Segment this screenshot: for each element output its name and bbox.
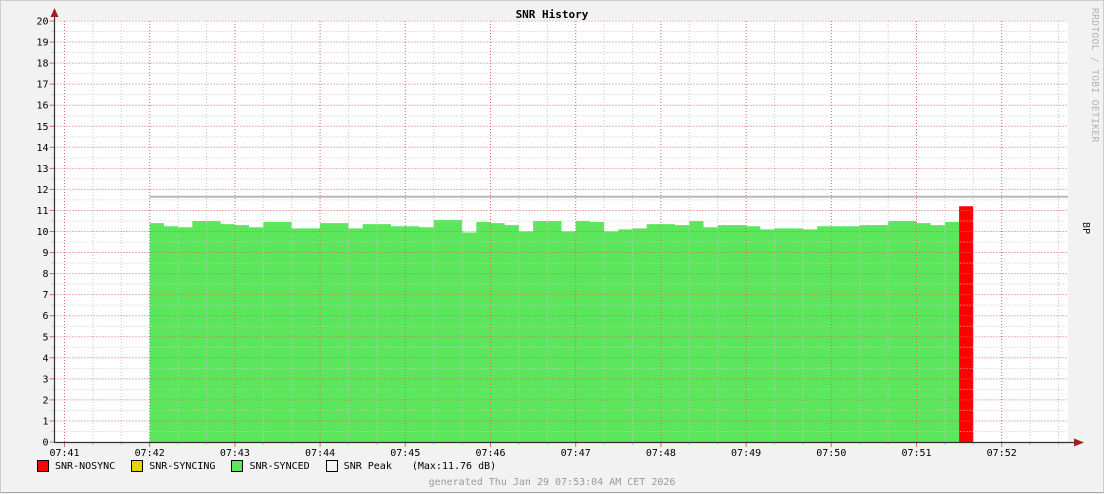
x-tick-label: 07:46 [475, 448, 505, 459]
y-tick-label: 3 [42, 374, 48, 385]
right-axis-label-bp: BP [1080, 222, 1091, 235]
x-tick-label: 07:43 [220, 448, 250, 459]
legend-max-note: (Max:11.76 dB) [411, 460, 497, 472]
y-tick-label: 7 [42, 290, 48, 301]
x-tick-label: 07:51 [901, 448, 931, 459]
generated-timestamp: generated Thu Jan 29 07:53:04 AM CET 202… [428, 477, 676, 488]
legend-label-snr-synced: SNR-SYNCED [249, 460, 310, 472]
x-tick-label: 07:50 [816, 448, 846, 459]
x-tick-label: 07:41 [49, 448, 79, 459]
y-tick-label: 18 [36, 59, 48, 70]
x-tick-label: 07:44 [305, 448, 335, 459]
y-axis-arrow-icon [50, 8, 59, 17]
legend-item-snr-synced: SNR-SYNCED [231, 460, 310, 472]
x-tick-label: 07:49 [731, 448, 761, 459]
legend-label-snr-peak: SNR Peak [343, 460, 392, 472]
x-axis-arrow-icon [1074, 438, 1084, 447]
rrd-graph: SNR History 0 1 2 3 4 5 6 7 8 9 10 11 12 13 14 15 16 17 18… [0, 0, 1104, 493]
x-tick-label: 07:48 [646, 448, 676, 459]
legend-swatch-snr-syncing [131, 460, 144, 472]
legend-item-snr-peak: SNR Peak [325, 460, 392, 472]
y-tick-label: 5 [42, 332, 48, 343]
legend-item-snr-syncing: SNR-SYNCING [131, 460, 215, 472]
series-snr-synced [149, 219, 960, 442]
y-tick-label: 10 [36, 227, 48, 238]
x-tick-label: 07:47 [561, 448, 591, 459]
legend-swatch-snr-synced [231, 460, 244, 472]
x-tick-label: 07:45 [390, 448, 420, 459]
y-tick-label: 13 [36, 164, 48, 175]
legend-item-snr-nosync: SNR-NOSYNC [37, 460, 115, 472]
y-tick-label: 17 [36, 80, 48, 91]
legend-label-snr-nosync: SNR-NOSYNC [55, 460, 116, 472]
y-tick-label: 1 [42, 416, 48, 427]
legend: SNR-NOSYNC SNR-SYNCING SNR-SYNCED SNR Pe… [37, 460, 496, 472]
y-tick-label: 12 [36, 185, 48, 196]
y-tick-label: 19 [36, 38, 48, 49]
y-tick-label: 9 [42, 248, 48, 259]
y-tick-label: 6 [42, 311, 48, 322]
y-tick-label: 0 [42, 438, 48, 449]
y-tick-label: 2 [42, 395, 48, 406]
legend-label-snr-syncing: SNR-SYNCING [149, 460, 216, 472]
x-tick-label: 07:52 [987, 448, 1017, 459]
rrdtool-watermark: RRDTOOL / TOBI OETIKER [1089, 8, 1100, 143]
y-tick-label: 15 [36, 122, 48, 133]
snr-chart-canvas: 0123456789101112131415161718192007:41 07:… [36, 8, 1084, 459]
y-tick-label: 4 [42, 353, 48, 364]
legend-swatch-snr-peak [325, 460, 338, 472]
y-tick-label: 14 [36, 143, 48, 154]
y-tick-label: 8 [42, 269, 48, 280]
legend-swatch-snr-nosync [37, 460, 49, 472]
x-tick-label: 07:42 [135, 448, 165, 459]
y-tick-label: 16 [36, 101, 48, 112]
y-tick-label: 11 [36, 206, 48, 217]
y-tick-label: 20 [36, 17, 48, 28]
